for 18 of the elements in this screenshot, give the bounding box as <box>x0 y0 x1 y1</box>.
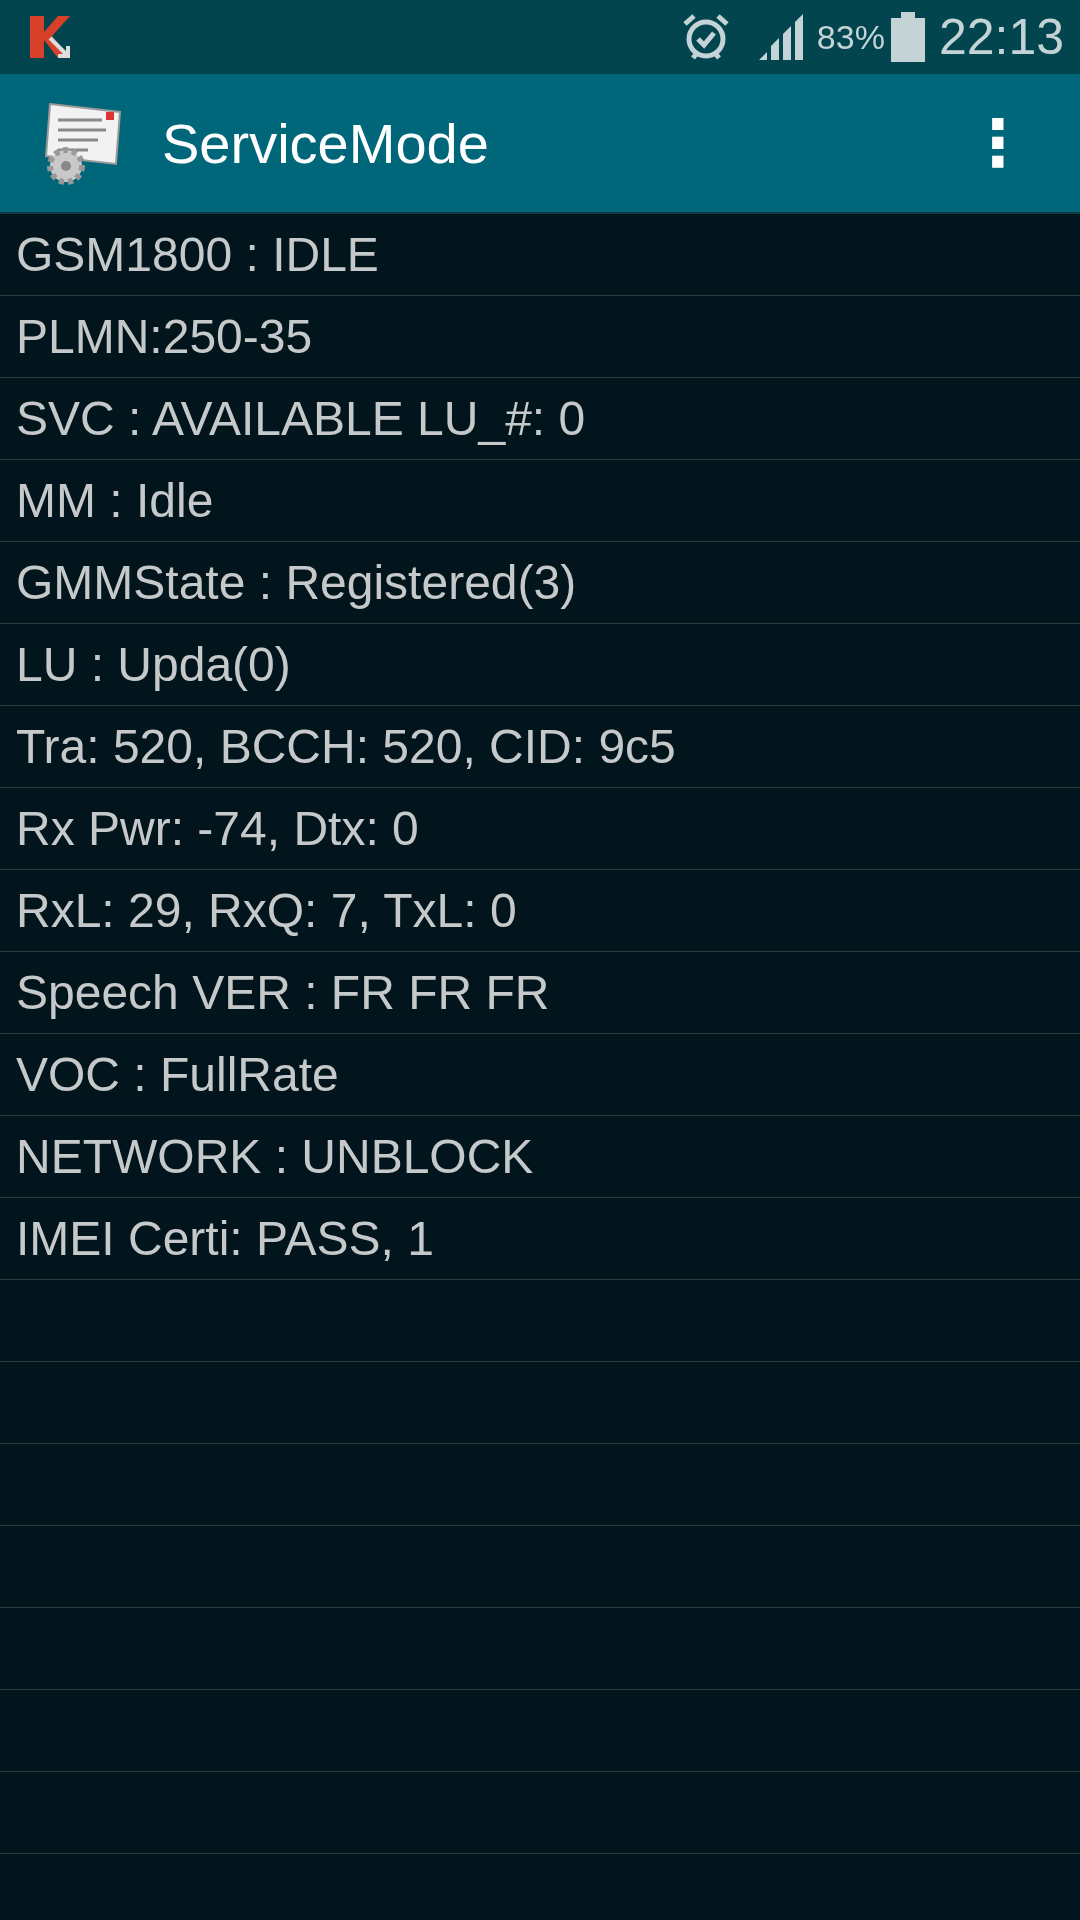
info-line: RxL: 29, RxQ: 7, TxL: 0 <box>16 883 517 938</box>
battery-percent: 83% <box>816 17 885 57</box>
clock-time: 22:13 <box>938 8 1064 66</box>
info-line: LU : Upda(0) <box>16 637 291 692</box>
info-line: SVC : AVAILABLE LU_#: 0 <box>16 391 586 446</box>
info-line: GMMState : Registered(3) <box>16 555 577 610</box>
more-options-button[interactable]: ⋮ <box>956 106 1040 180</box>
app-title: ServiceMode <box>162 110 490 176</box>
info-line: IMEI Certi: PASS, 1 <box>16 1211 434 1266</box>
info-line: PLMN:250-35 <box>16 309 313 364</box>
info-line: Rx Pwr: -74, Dtx: 0 <box>16 801 419 856</box>
info-line: NETWORK : UNBLOCK <box>16 1129 534 1184</box>
info-line: Speech VER : FR FR FR <box>16 965 550 1020</box>
info-line: MM : Idle <box>16 473 214 528</box>
info-line: Tra: 520, BCCH: 520, CID: 9c5 <box>16 719 676 774</box>
info-line: GSM1800 : IDLE <box>16 227 379 282</box>
battery-icon <box>890 12 925 62</box>
info-line: VOC : FullRate <box>16 1047 339 1102</box>
